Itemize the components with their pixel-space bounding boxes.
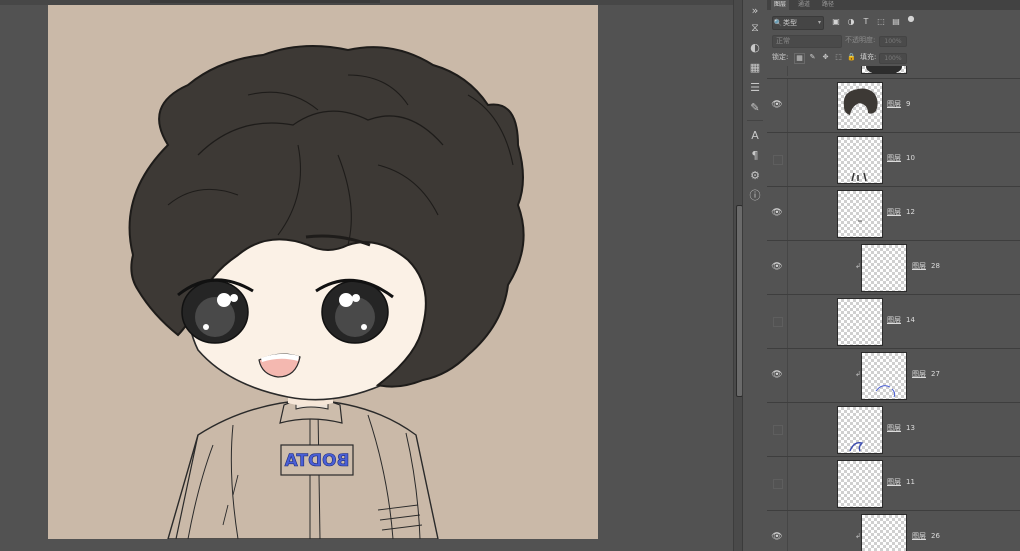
visibility-eye-icon[interactable]: 👁 bbox=[771, 261, 783, 273]
layer-thumbnail bbox=[837, 136, 883, 184]
lock-label: 锁定: bbox=[772, 53, 789, 61]
layer-divider bbox=[787, 295, 788, 348]
expand-panels-icon[interactable]: » bbox=[747, 3, 763, 19]
layer-row[interactable]: 👁 ↲ 图层 27 bbox=[767, 348, 1020, 402]
panel-tabs: 图层 通道 路径 bbox=[767, 0, 1020, 10]
badge-text: BODTA bbox=[284, 451, 350, 471]
visibility-eye-icon[interactable]: 👁 bbox=[771, 531, 783, 543]
tab-channels[interactable]: 通道 bbox=[795, 0, 813, 10]
strip-divider bbox=[747, 120, 763, 121]
visibility-eye-icon[interactable]: 👁 bbox=[771, 369, 783, 381]
layer-thumbnail bbox=[861, 352, 907, 400]
layer-thumbnail bbox=[837, 190, 883, 238]
visibility-eye-icon[interactable]: 👁 bbox=[771, 207, 783, 219]
paragraph-icon[interactable]: ¶ bbox=[747, 148, 763, 164]
character-icon[interactable]: A bbox=[747, 128, 763, 144]
layer-row[interactable]: 👁 ↲ 图层 26 bbox=[767, 510, 1020, 551]
swatches-icon[interactable]: ▦ bbox=[747, 60, 763, 76]
layer-row-partial[interactable] bbox=[767, 66, 1020, 76]
layer-name[interactable]: 图层 28 bbox=[912, 261, 940, 271]
visibility-off-box[interactable] bbox=[773, 155, 783, 165]
brush-settings-icon[interactable]: ⚙ bbox=[747, 168, 763, 184]
blend-mode-select[interactable]: 正常 bbox=[772, 35, 842, 48]
visibility-off-box[interactable] bbox=[773, 425, 783, 435]
opacity-label: 不透明度: bbox=[845, 36, 876, 44]
lock-transparent-icon[interactable]: ▦ bbox=[794, 53, 805, 64]
layer-name[interactable]: 图层 11 bbox=[887, 477, 915, 487]
layer-thumbnail bbox=[837, 460, 883, 508]
layer-name[interactable]: 图层 9 bbox=[887, 99, 910, 109]
chevron-down-icon: ▾ bbox=[817, 19, 821, 26]
layer-row[interactable]: 👁 图层 12 bbox=[767, 186, 1020, 240]
layer-row[interactable]: 图层 14 bbox=[767, 294, 1020, 348]
info-icon[interactable]: ⓘ bbox=[747, 188, 763, 204]
layer-thumbnail bbox=[837, 82, 883, 130]
layer-row[interactable]: 👁 ↲ 图层 28 bbox=[767, 240, 1020, 294]
layers-list: 👁 图层 9 图层 10 👁 图层 12 👁 ↲ 图层 28 图层 14 👁 ↲… bbox=[767, 66, 1020, 551]
filter-shape-icon[interactable]: ⬚ bbox=[876, 17, 886, 27]
layer-row[interactable]: 图层 11 bbox=[767, 456, 1020, 510]
layer-name[interactable]: 图层 27 bbox=[912, 369, 940, 379]
layer-divider bbox=[787, 79, 788, 132]
tab-paths[interactable]: 路径 bbox=[819, 0, 837, 10]
adjustments-icon[interactable]: ◐ bbox=[747, 40, 763, 56]
layer-name[interactable]: 图层 26 bbox=[912, 531, 940, 541]
fill-label: 填充: bbox=[860, 53, 877, 61]
fill-input[interactable]: 100% bbox=[879, 53, 907, 64]
paths-icon[interactable]: ✎ bbox=[747, 100, 763, 116]
chibi-illustration: BODTA bbox=[128, 45, 525, 539]
clipping-mask-icon: ↲ bbox=[855, 262, 861, 270]
layer-name[interactable]: 图层 10 bbox=[887, 153, 915, 163]
filter-pixel-icon[interactable]: ▣ bbox=[831, 17, 841, 27]
filter-toggle-icon[interactable]: ● bbox=[906, 14, 916, 24]
layer-name[interactable]: 图层 12 bbox=[887, 207, 915, 217]
layer-divider bbox=[787, 241, 788, 294]
filter-type-icon[interactable]: T bbox=[861, 17, 871, 27]
properties-icon[interactable]: ☰ bbox=[747, 80, 763, 96]
layer-thumbnail bbox=[861, 66, 907, 74]
filter-adjustment-icon[interactable]: ◑ bbox=[846, 17, 856, 27]
filter-kind-label: 类型 bbox=[783, 19, 797, 27]
layer-divider bbox=[787, 403, 788, 456]
tab-layers[interactable]: 图层 bbox=[771, 0, 790, 10]
document-canvas[interactable]: BODTA bbox=[48, 5, 598, 539]
lock-all-icon[interactable]: 🔒 bbox=[847, 53, 856, 62]
history-icon[interactable]: ⧖ bbox=[747, 20, 763, 36]
lock-artboard-icon[interactable]: ⬚ bbox=[834, 53, 843, 62]
layer-name[interactable]: 图层 13 bbox=[887, 423, 915, 433]
layer-thumbnail bbox=[837, 298, 883, 346]
visibility-off-box[interactable] bbox=[773, 317, 783, 327]
clipping-mask-icon: ↲ bbox=[855, 370, 861, 378]
collapsed-panel-strip: » ⧖ ◐ ▦ ☰ ✎ A ¶ ⚙ ⓘ bbox=[742, 0, 768, 551]
filter-smart-object-icon[interactable]: ▤ bbox=[891, 17, 901, 27]
clipping-mask-icon: ↲ bbox=[855, 532, 861, 540]
lock-position-icon[interactable]: ✥ bbox=[821, 53, 830, 62]
layer-divider bbox=[787, 66, 788, 76]
visibility-off-box[interactable] bbox=[773, 479, 783, 489]
opacity-input[interactable]: 100% bbox=[879, 36, 907, 47]
layer-row[interactable]: 图层 10 bbox=[767, 132, 1020, 186]
layer-thumbnail bbox=[837, 406, 883, 454]
visibility-eye-icon[interactable]: 👁 bbox=[771, 99, 783, 111]
lock-image-icon[interactable]: ✎ bbox=[808, 53, 817, 62]
layer-divider bbox=[787, 187, 788, 240]
search-icon: 🔍 bbox=[773, 19, 783, 27]
layer-row[interactable]: 图层 13 bbox=[767, 402, 1020, 456]
layer-thumbnail bbox=[861, 244, 907, 292]
layers-panel: 图层 通道 路径 🔍类型 ▾ ▣ ◑ T ⬚ ▤ ● 正常 不透明度: 100% … bbox=[767, 0, 1020, 551]
layer-thumbnail bbox=[861, 514, 907, 551]
document-tab[interactable] bbox=[150, 0, 380, 3]
layer-divider bbox=[787, 511, 788, 551]
layer-divider bbox=[787, 133, 788, 186]
layer-divider bbox=[787, 457, 788, 510]
layer-name[interactable]: 图层 14 bbox=[887, 315, 915, 325]
filter-kind-select[interactable]: 🔍类型 ▾ bbox=[772, 16, 824, 30]
layer-row[interactable]: 👁 图层 9 bbox=[767, 78, 1020, 132]
workspace: BODTA bbox=[0, 0, 733, 551]
layer-divider bbox=[787, 349, 788, 402]
